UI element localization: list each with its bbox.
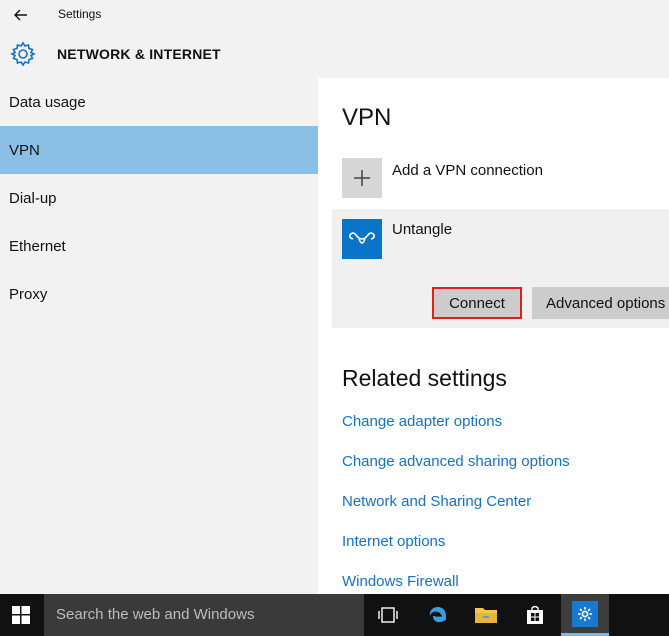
vpn-connection-untangle[interactable]: Untangle	[342, 219, 642, 259]
sidebar-item-label: VPN	[9, 142, 40, 159]
edge-icon	[429, 607, 446, 623]
sidebar-item-vpn[interactable]: VPN	[0, 126, 318, 174]
sidebar-item-data-usage[interactable]: Data usage	[0, 78, 318, 126]
search-placeholder: Search the web and Windows	[56, 606, 255, 623]
plus-icon	[354, 170, 370, 186]
store-icon	[527, 605, 543, 624]
windows-logo-icon	[12, 606, 30, 624]
settings-tile	[572, 600, 598, 627]
add-box	[342, 158, 382, 198]
title-bar: Settings	[0, 0, 669, 32]
gear-icon	[10, 41, 36, 67]
link-internet-options[interactable]: Internet options	[342, 533, 445, 550]
taskbar-search-box[interactable]: Search the web and Windows	[44, 594, 364, 636]
sidebar-item-dial-up[interactable]: Dial-up	[0, 174, 318, 222]
sidebar-item-label: Data usage	[9, 94, 86, 111]
vpn-connection-card: Untangle Connect Advanced options	[332, 209, 669, 328]
sidebar-item-label: Dial-up	[9, 190, 57, 207]
link-change-adapter-options[interactable]: Change adapter options	[342, 413, 502, 430]
taskbar: Search the web and Windows	[0, 594, 669, 636]
back-arrow-icon	[14, 9, 27, 21]
start-button[interactable]	[0, 594, 42, 636]
sidebar-item-label: Ethernet	[9, 238, 66, 255]
vpn-icon	[342, 219, 382, 259]
link-network-and-sharing-center[interactable]: Network and Sharing Center	[342, 493, 531, 510]
sidebar-item-ethernet[interactable]: Ethernet	[0, 222, 318, 270]
sidebar-item-proxy[interactable]: Proxy	[0, 270, 318, 318]
main-content: VPN Add a VPN connection Untangle Connec…	[318, 78, 669, 594]
add-vpn-connection-button[interactable]: Add a VPN connection	[342, 158, 642, 198]
connect-button[interactable]: Connect	[432, 287, 522, 319]
sidebar: Data usage VPN Dial-up Ethernet Proxy	[0, 78, 318, 594]
related-settings-title: Related settings	[342, 365, 507, 391]
file-explorer-button[interactable]	[462, 594, 510, 636]
vpn-link-icon	[349, 232, 375, 244]
add-vpn-connection-label: Add a VPN connection	[392, 162, 543, 179]
task-view-icon	[378, 607, 398, 623]
settings-taskbar-button[interactable]	[561, 594, 609, 636]
vpn-connection-name: Untangle	[392, 221, 453, 238]
task-view-button[interactable]	[364, 594, 412, 636]
sidebar-item-label: Proxy	[9, 286, 48, 303]
file-explorer-icon	[475, 608, 497, 623]
advanced-options-button[interactable]: Advanced options	[532, 287, 669, 319]
link-windows-firewall[interactable]: Windows Firewall	[342, 573, 459, 590]
page-title: VPN	[342, 104, 392, 131]
store-button[interactable]	[511, 594, 559, 636]
back-button[interactable]	[9, 4, 33, 26]
app-title: Settings	[58, 7, 102, 21]
section-title: NETWORK & INTERNET	[57, 46, 221, 62]
edge-button[interactable]	[414, 594, 462, 636]
settings-icon	[578, 606, 592, 621]
page-header: NETWORK & INTERNET	[0, 32, 669, 78]
link-change-advanced-sharing-options[interactable]: Change advanced sharing options	[342, 453, 570, 470]
